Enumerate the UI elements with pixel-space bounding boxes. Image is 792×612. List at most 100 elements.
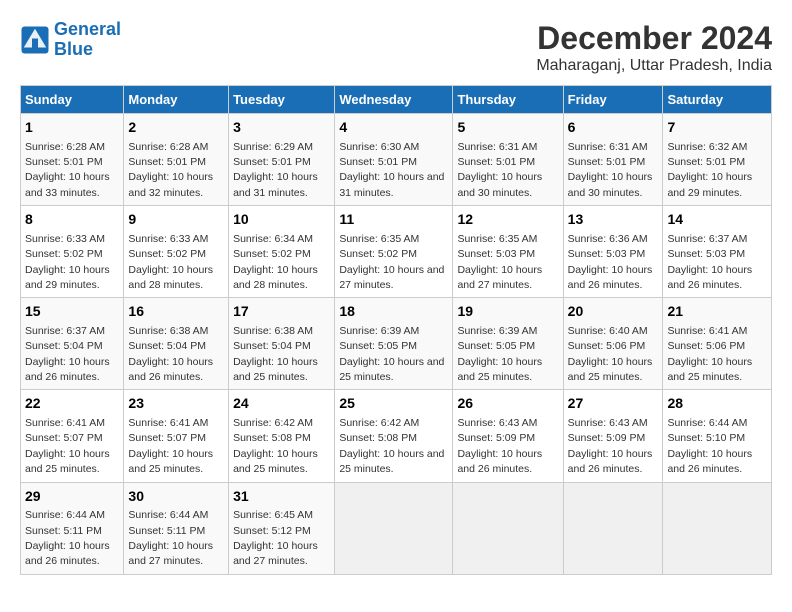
col-header-wednesday: Wednesday: [335, 86, 453, 114]
day-number: 23: [128, 394, 224, 414]
day-cell: 14 Sunrise: 6:37 AMSunset: 5:03 PMDaylig…: [663, 206, 772, 298]
week-row-2: 8 Sunrise: 6:33 AMSunset: 5:02 PMDayligh…: [21, 206, 772, 298]
day-info: Sunrise: 6:44 AMSunset: 5:11 PMDaylight:…: [25, 509, 110, 567]
day-number: 12: [457, 210, 558, 230]
day-cell: 17 Sunrise: 6:38 AMSunset: 5:04 PMDaylig…: [229, 298, 335, 390]
day-cell: 5 Sunrise: 6:31 AMSunset: 5:01 PMDayligh…: [453, 114, 563, 206]
logo-text: General Blue: [54, 20, 121, 60]
day-cell: 28 Sunrise: 6:44 AMSunset: 5:10 PMDaylig…: [663, 390, 772, 482]
day-info: Sunrise: 6:39 AMSunset: 5:05 PMDaylight:…: [457, 325, 542, 383]
day-cell: 10 Sunrise: 6:34 AMSunset: 5:02 PMDaylig…: [229, 206, 335, 298]
day-info: Sunrise: 6:34 AMSunset: 5:02 PMDaylight:…: [233, 233, 318, 291]
day-number: 13: [568, 210, 659, 230]
col-header-saturday: Saturday: [663, 86, 772, 114]
day-info: Sunrise: 6:43 AMSunset: 5:09 PMDaylight:…: [457, 417, 542, 475]
week-row-3: 15 Sunrise: 6:37 AMSunset: 5:04 PMDaylig…: [21, 298, 772, 390]
day-info: Sunrise: 6:38 AMSunset: 5:04 PMDaylight:…: [233, 325, 318, 383]
page-subtitle: Maharaganj, Uttar Pradesh, India: [536, 57, 772, 75]
day-number: 26: [457, 394, 558, 414]
day-cell: 6 Sunrise: 6:31 AMSunset: 5:01 PMDayligh…: [563, 114, 663, 206]
day-number: 15: [25, 302, 119, 322]
logo: General Blue: [20, 20, 121, 60]
day-number: 7: [667, 118, 767, 138]
day-cell: 30 Sunrise: 6:44 AMSunset: 5:11 PMDaylig…: [124, 482, 229, 574]
day-cell: 12 Sunrise: 6:35 AMSunset: 5:03 PMDaylig…: [453, 206, 563, 298]
day-info: Sunrise: 6:28 AMSunset: 5:01 PMDaylight:…: [25, 141, 110, 199]
day-info: Sunrise: 6:38 AMSunset: 5:04 PMDaylight:…: [128, 325, 213, 383]
day-cell: 13 Sunrise: 6:36 AMSunset: 5:03 PMDaylig…: [563, 206, 663, 298]
day-cell: 23 Sunrise: 6:41 AMSunset: 5:07 PMDaylig…: [124, 390, 229, 482]
day-info: Sunrise: 6:42 AMSunset: 5:08 PMDaylight:…: [233, 417, 318, 475]
day-number: 6: [568, 118, 659, 138]
col-header-monday: Monday: [124, 86, 229, 114]
week-row-4: 22 Sunrise: 6:41 AMSunset: 5:07 PMDaylig…: [21, 390, 772, 482]
logo-icon: [20, 25, 50, 55]
day-info: Sunrise: 6:37 AMSunset: 5:03 PMDaylight:…: [667, 233, 752, 291]
day-number: 25: [339, 394, 448, 414]
day-cell: 15 Sunrise: 6:37 AMSunset: 5:04 PMDaylig…: [21, 298, 124, 390]
day-info: Sunrise: 6:35 AMSunset: 5:03 PMDaylight:…: [457, 233, 542, 291]
day-cell: 2 Sunrise: 6:28 AMSunset: 5:01 PMDayligh…: [124, 114, 229, 206]
day-number: 29: [25, 487, 119, 507]
day-info: Sunrise: 6:31 AMSunset: 5:01 PMDaylight:…: [457, 141, 542, 199]
day-number: 18: [339, 302, 448, 322]
page-title: December 2024: [536, 20, 772, 57]
day-info: Sunrise: 6:44 AMSunset: 5:10 PMDaylight:…: [667, 417, 752, 475]
day-number: 8: [25, 210, 119, 230]
day-number: 5: [457, 118, 558, 138]
day-info: Sunrise: 6:35 AMSunset: 5:02 PMDaylight:…: [339, 233, 444, 291]
day-info: Sunrise: 6:42 AMSunset: 5:08 PMDaylight:…: [339, 417, 444, 475]
day-info: Sunrise: 6:39 AMSunset: 5:05 PMDaylight:…: [339, 325, 444, 383]
day-info: Sunrise: 6:41 AMSunset: 5:07 PMDaylight:…: [128, 417, 213, 475]
day-cell: 31 Sunrise: 6:45 AMSunset: 5:12 PMDaylig…: [229, 482, 335, 574]
day-cell: [663, 482, 772, 574]
day-info: Sunrise: 6:30 AMSunset: 5:01 PMDaylight:…: [339, 141, 444, 199]
header-row: SundayMondayTuesdayWednesdayThursdayFrid…: [21, 86, 772, 114]
day-cell: 3 Sunrise: 6:29 AMSunset: 5:01 PMDayligh…: [229, 114, 335, 206]
day-number: 11: [339, 210, 448, 230]
day-number: 22: [25, 394, 119, 414]
week-row-5: 29 Sunrise: 6:44 AMSunset: 5:11 PMDaylig…: [21, 482, 772, 574]
day-info: Sunrise: 6:31 AMSunset: 5:01 PMDaylight:…: [568, 141, 653, 199]
day-cell: 11 Sunrise: 6:35 AMSunset: 5:02 PMDaylig…: [335, 206, 453, 298]
day-number: 17: [233, 302, 330, 322]
day-cell: 27 Sunrise: 6:43 AMSunset: 5:09 PMDaylig…: [563, 390, 663, 482]
day-number: 24: [233, 394, 330, 414]
day-cell: 8 Sunrise: 6:33 AMSunset: 5:02 PMDayligh…: [21, 206, 124, 298]
day-info: Sunrise: 6:28 AMSunset: 5:01 PMDaylight:…: [128, 141, 213, 199]
calendar-table: SundayMondayTuesdayWednesdayThursdayFrid…: [20, 85, 772, 575]
day-cell: 18 Sunrise: 6:39 AMSunset: 5:05 PMDaylig…: [335, 298, 453, 390]
day-cell: 24 Sunrise: 6:42 AMSunset: 5:08 PMDaylig…: [229, 390, 335, 482]
day-number: 27: [568, 394, 659, 414]
day-number: 21: [667, 302, 767, 322]
day-info: Sunrise: 6:43 AMSunset: 5:09 PMDaylight:…: [568, 417, 653, 475]
day-number: 30: [128, 487, 224, 507]
day-cell: 26 Sunrise: 6:43 AMSunset: 5:09 PMDaylig…: [453, 390, 563, 482]
day-cell: 4 Sunrise: 6:30 AMSunset: 5:01 PMDayligh…: [335, 114, 453, 206]
day-cell: 19 Sunrise: 6:39 AMSunset: 5:05 PMDaylig…: [453, 298, 563, 390]
day-number: 1: [25, 118, 119, 138]
day-cell: 7 Sunrise: 6:32 AMSunset: 5:01 PMDayligh…: [663, 114, 772, 206]
col-header-sunday: Sunday: [21, 86, 124, 114]
day-number: 19: [457, 302, 558, 322]
day-number: 4: [339, 118, 448, 138]
day-info: Sunrise: 6:29 AMSunset: 5:01 PMDaylight:…: [233, 141, 318, 199]
day-info: Sunrise: 6:33 AMSunset: 5:02 PMDaylight:…: [25, 233, 110, 291]
day-info: Sunrise: 6:41 AMSunset: 5:07 PMDaylight:…: [25, 417, 110, 475]
day-cell: 25 Sunrise: 6:42 AMSunset: 5:08 PMDaylig…: [335, 390, 453, 482]
title-block: December 2024 Maharaganj, Uttar Pradesh,…: [536, 20, 772, 75]
day-info: Sunrise: 6:32 AMSunset: 5:01 PMDaylight:…: [667, 141, 752, 199]
day-cell: [563, 482, 663, 574]
day-info: Sunrise: 6:37 AMSunset: 5:04 PMDaylight:…: [25, 325, 110, 383]
day-cell: [453, 482, 563, 574]
page-header: General Blue December 2024 Maharaganj, U…: [20, 20, 772, 75]
day-cell: 21 Sunrise: 6:41 AMSunset: 5:06 PMDaylig…: [663, 298, 772, 390]
day-number: 2: [128, 118, 224, 138]
col-header-friday: Friday: [563, 86, 663, 114]
day-cell: 9 Sunrise: 6:33 AMSunset: 5:02 PMDayligh…: [124, 206, 229, 298]
day-cell: 20 Sunrise: 6:40 AMSunset: 5:06 PMDaylig…: [563, 298, 663, 390]
day-cell: 16 Sunrise: 6:38 AMSunset: 5:04 PMDaylig…: [124, 298, 229, 390]
week-row-1: 1 Sunrise: 6:28 AMSunset: 5:01 PMDayligh…: [21, 114, 772, 206]
day-info: Sunrise: 6:36 AMSunset: 5:03 PMDaylight:…: [568, 233, 653, 291]
day-info: Sunrise: 6:41 AMSunset: 5:06 PMDaylight:…: [667, 325, 752, 383]
